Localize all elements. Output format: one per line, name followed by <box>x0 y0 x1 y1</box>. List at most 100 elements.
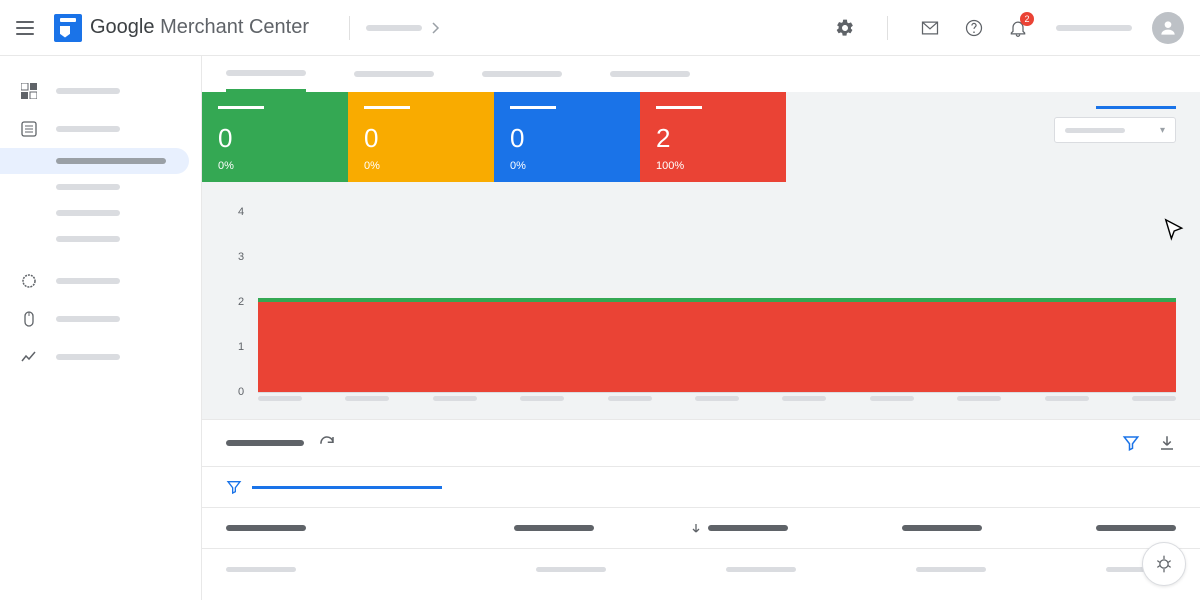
sidebar-item-marketing[interactable] <box>0 262 201 300</box>
x-tick <box>258 396 302 401</box>
feedback-button[interactable] <box>1142 542 1186 586</box>
tabs <box>202 56 1200 92</box>
filter-icon[interactable] <box>1122 434 1140 452</box>
x-tick <box>520 396 564 401</box>
status-card-2[interactable]: 00% <box>494 92 640 182</box>
y-tick: 1 <box>238 341 244 353</box>
logo[interactable]: Google Merchant Center <box>54 14 309 42</box>
sidebar-label <box>56 316 120 322</box>
tab-4[interactable] <box>610 71 690 77</box>
column-header-4[interactable] <box>808 522 982 534</box>
list-icon <box>20 120 38 138</box>
column-header-2[interactable] <box>420 522 594 534</box>
chart-area: 00%00%00%2100% ▾ 4 3 2 1 0 <box>202 92 1200 419</box>
table-row[interactable] <box>202 548 1200 590</box>
x-tick <box>870 396 914 401</box>
trend-icon <box>20 348 38 366</box>
y-tick: 0 <box>238 386 244 398</box>
x-tick <box>957 396 1001 401</box>
tab-1[interactable] <box>226 56 306 92</box>
sidebar-item-sub4[interactable] <box>0 226 201 252</box>
grid-line <box>258 392 1176 393</box>
sidebar-item-feeds[interactable] <box>0 200 201 226</box>
x-tick <box>1045 396 1089 401</box>
logo-icon <box>54 14 82 42</box>
sidebar-item-all-products[interactable] <box>0 174 201 200</box>
sidebar-item-diagnostics[interactable] <box>0 148 189 174</box>
x-tick <box>345 396 389 401</box>
divider <box>887 16 888 40</box>
notification-badge: 2 <box>1020 12 1034 26</box>
chart: 4 3 2 1 0 <box>258 212 1176 392</box>
x-tick <box>1132 396 1176 401</box>
status-card-3[interactable]: 2100% <box>640 92 786 182</box>
column-header-3[interactable] <box>614 522 788 534</box>
menu-icon[interactable] <box>16 21 34 35</box>
sidebar-label <box>56 88 120 94</box>
filter-link[interactable] <box>252 486 442 489</box>
status-cards: 00%00%00%2100% <box>202 92 1200 182</box>
divider <box>349 16 350 40</box>
table-toolbar <box>202 419 1200 466</box>
tab-3[interactable] <box>482 71 562 77</box>
dropdown-box[interactable]: ▾ <box>1054 117 1176 143</box>
column-header-1[interactable] <box>226 522 400 534</box>
tab-label <box>482 71 562 77</box>
download-icon[interactable] <box>1158 434 1176 452</box>
refresh-icon[interactable] <box>318 434 336 452</box>
x-tick <box>433 396 477 401</box>
circle-outline-icon <box>20 272 38 290</box>
toolbar-label <box>226 440 304 446</box>
tab-2[interactable] <box>354 71 434 77</box>
y-tick: 4 <box>238 206 244 218</box>
sidebar <box>0 56 202 600</box>
bug-icon <box>1154 554 1174 574</box>
column-header-5[interactable] <box>1002 522 1176 534</box>
sidebar-item-products[interactable] <box>0 110 201 148</box>
header: Google Merchant Center 2 <box>0 0 1200 56</box>
sidebar-label <box>56 278 120 284</box>
main: 00%00%00%2100% ▾ 4 3 2 1 0 <box>202 56 1200 600</box>
filter-row[interactable] <box>202 466 1200 507</box>
account-selector[interactable] <box>1056 25 1132 31</box>
chart-series-red <box>258 302 1176 392</box>
status-card-1[interactable]: 00% <box>348 92 494 182</box>
sidebar-item-overview[interactable] <box>0 72 201 110</box>
logo-text: Google Merchant Center <box>90 16 309 39</box>
notifications-button[interactable]: 2 <box>1000 10 1036 46</box>
table-header <box>202 507 1200 548</box>
mouse-icon <box>20 310 38 328</box>
sidebar-label <box>56 158 166 164</box>
tab-label <box>610 71 690 77</box>
sidebar-item-growth[interactable] <box>0 300 201 338</box>
help-icon <box>964 18 984 38</box>
dropdown-accent <box>1096 106 1176 109</box>
caret-down-icon: ▾ <box>1160 125 1165 136</box>
sidebar-label <box>56 354 120 360</box>
status-card-0[interactable]: 00% <box>202 92 348 182</box>
chart-series-green <box>258 298 1176 302</box>
chevron-right-icon <box>432 22 440 34</box>
sidebar-item-performance[interactable] <box>0 338 201 376</box>
y-tick: 3 <box>238 251 244 263</box>
y-tick: 2 <box>238 296 244 308</box>
x-tick <box>608 396 652 401</box>
sidebar-label <box>56 210 120 216</box>
tab-label <box>226 70 306 76</box>
breadcrumb[interactable] <box>366 22 440 34</box>
dropdown-value <box>1065 128 1125 133</box>
layout: 00%00%00%2100% ▾ 4 3 2 1 0 <box>0 56 1200 600</box>
help-button[interactable] <box>956 10 992 46</box>
sidebar-label <box>56 236 120 242</box>
tab-label <box>354 71 434 77</box>
avatar[interactable] <box>1152 12 1184 44</box>
dashboard-icon <box>20 82 38 100</box>
mail-button[interactable] <box>912 10 948 46</box>
header-actions: 2 <box>827 10 1184 46</box>
sidebar-label <box>56 184 120 190</box>
settings-button[interactable] <box>827 10 863 46</box>
x-axis <box>258 396 1176 401</box>
breadcrumb-segment[interactable] <box>366 25 422 31</box>
chart-dropdown[interactable]: ▾ <box>1054 106 1176 143</box>
mail-icon <box>920 18 940 38</box>
